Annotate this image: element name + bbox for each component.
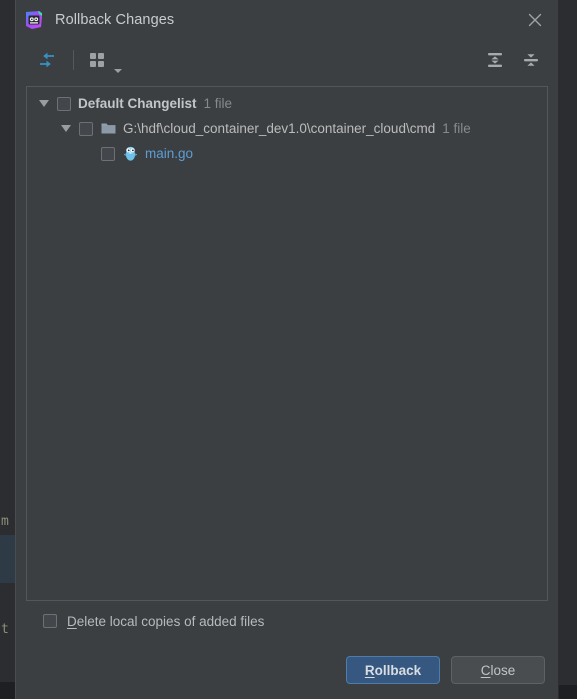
rollback-button-label: ollback: [374, 662, 422, 678]
changelist-checkbox[interactable]: [57, 96, 71, 111]
goland-icon: [23, 9, 45, 31]
close-button-mnemonic: C: [480, 662, 491, 678]
expand-triangle-icon[interactable]: [57, 116, 75, 141]
code-fragment: m: [1, 514, 9, 529]
directory-path-label: G:\hdf\cloud_container_dev1.0\container_…: [123, 121, 436, 136]
delete-local-copies-row[interactable]: Delete local copies of added files: [16, 601, 558, 641]
tree-row-file[interactable]: main.go: [27, 141, 547, 166]
ide-code-text: m t ] f: [0, 0, 15, 699]
rollback-changes-dialog: Rollback Changes Default Changelist 1 fi…: [15, 0, 559, 699]
changelist-label: Default Changelist: [78, 96, 197, 111]
dialog-titlebar: Rollback Changes: [16, 0, 558, 40]
changes-tree: Default Changelist 1 file G:\hdf\cloud_c…: [27, 87, 547, 166]
file-name-label: main.go: [145, 146, 194, 161]
delete-local-copies-label: Delete local copies of added files: [67, 614, 264, 629]
close-button[interactable]: Close: [451, 656, 545, 684]
changelist-file-count: 1 file: [203, 96, 233, 111]
rollback-arrows-icon[interactable]: [32, 46, 62, 74]
dialog-toolbar: [16, 40, 558, 80]
tree-row-changelist[interactable]: Default Changelist 1 file: [27, 91, 547, 116]
folder-icon: [100, 120, 117, 137]
code-fragment: t: [1, 622, 9, 637]
rollback-button[interactable]: Rollback: [346, 656, 440, 684]
file-checkbox[interactable]: [101, 146, 115, 161]
expand-triangle-icon[interactable]: [35, 91, 53, 116]
close-icon[interactable]: [518, 3, 552, 37]
expand-all-icon[interactable]: [480, 46, 510, 74]
collapse-all-icon[interactable]: [516, 46, 546, 74]
chevron-down-icon: [114, 69, 122, 73]
delete-local-copies-mnemonic: D: [67, 613, 77, 629]
changes-tree-panel[interactable]: Default Changelist 1 file G:\hdf\cloud_c…: [26, 86, 548, 601]
directory-file-count: 1 file: [442, 121, 471, 136]
rollback-button-mnemonic: R: [364, 662, 375, 678]
go-file-icon: [122, 145, 139, 162]
tree-row-directory[interactable]: G:\hdf\cloud_container_dev1.0\container_…: [27, 116, 547, 141]
delete-local-copies-text: elete local copies of added files: [76, 613, 265, 629]
delete-local-copies-checkbox[interactable]: [43, 614, 57, 628]
close-button-label: lose: [490, 662, 516, 678]
dialog-button-bar: Rollback Close: [16, 641, 558, 699]
dialog-title: Rollback Changes: [55, 12, 175, 28]
directory-checkbox[interactable]: [79, 121, 93, 136]
toolbar-separator: [73, 50, 74, 70]
group-by-icon[interactable]: [85, 46, 125, 74]
